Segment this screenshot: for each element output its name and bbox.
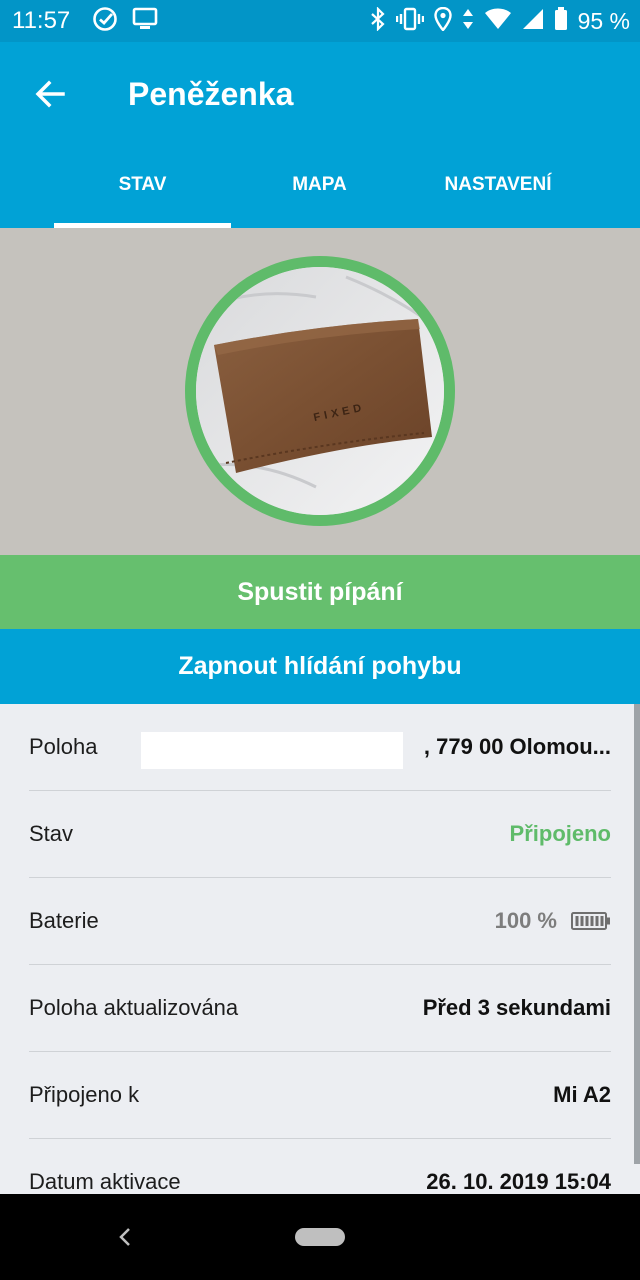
arrow-left-icon: [35, 80, 65, 108]
info-label: Baterie: [29, 908, 99, 933]
device-photo: FIXED: [185, 256, 455, 526]
info-label: Stav: [29, 821, 74, 846]
info-label: Datum aktivace: [29, 1169, 181, 1194]
start-beep-button[interactable]: Spustit pípání: [0, 555, 640, 629]
bluetooth-icon: [370, 5, 386, 36]
wallet-image: FIXED: [196, 267, 444, 515]
redacted-address: [141, 732, 403, 769]
info-row-status: Stav Připojeno: [29, 791, 611, 878]
data-arrows-icon: [462, 7, 474, 36]
battery-icon: [554, 6, 568, 36]
battery-full-icon: [571, 912, 610, 930]
status-bar: 11:57 95 %: [0, 0, 640, 42]
battery-percent-text: 100 %: [494, 908, 557, 933]
tab-nastaveni[interactable]: NASTAVENÍ: [408, 162, 588, 228]
wifi-icon: [484, 8, 512, 35]
status-notification-icons: [92, 6, 158, 37]
tab-mapa[interactable]: MAPA: [231, 162, 408, 228]
info-row-connected-to: Připojeno k Mi A2: [29, 1052, 611, 1139]
device-hero: FIXED: [0, 228, 640, 555]
system-nav-bar: [0, 1194, 640, 1280]
info-value-updated: Před 3 sekundami: [422, 995, 611, 1020]
motion-guard-button[interactable]: Zapnout hlídání pohybu: [0, 629, 640, 704]
info-row-battery: Baterie 100 %: [29, 878, 611, 965]
info-row-activation-date: Datum aktivace 26. 10. 2019 15:04: [29, 1139, 611, 1194]
info-value-connected-to: Mi A2: [553, 1082, 611, 1107]
page-title: Peněženka: [128, 76, 294, 112]
tab-stav[interactable]: STAV: [54, 162, 231, 228]
status-system-icons: 95 %: [370, 5, 630, 36]
app-bar: Peněženka STAV MAPA NASTAVENÍ: [0, 42, 640, 228]
info-value-status: Připojeno: [509, 821, 611, 846]
tab-bar: STAV MAPA NASTAVENÍ: [0, 162, 640, 228]
info-label: Poloha: [29, 734, 98, 759]
scrollbar[interactable]: [634, 704, 640, 1164]
device-info-list: Poloha , 779 00 Olomou... Stav Připojeno…: [0, 704, 640, 1194]
back-button[interactable]: [28, 72, 72, 116]
signal-icon: [522, 8, 544, 35]
info-value-activation-date: 26. 10. 2019 15:04: [426, 1169, 611, 1194]
info-label: Poloha aktualizována: [29, 995, 239, 1020]
status-battery-percent: 95 %: [577, 8, 630, 34]
location-icon: [433, 6, 452, 36]
info-value-location: , 779 00 Olomou...: [423, 734, 611, 759]
screen-icon: [132, 7, 158, 36]
status-time: 11:57: [12, 7, 71, 34]
info-row-location: Poloha , 779 00 Olomou...: [29, 704, 611, 791]
chevron-left-icon: [119, 1228, 130, 1246]
info-value-battery: 100 %: [495, 878, 611, 964]
nav-back-button[interactable]: [110, 1222, 140, 1252]
nav-home-button[interactable]: [295, 1228, 345, 1246]
info-label: Připojeno k: [29, 1082, 140, 1107]
check-circle-icon: [92, 6, 118, 37]
info-row-updated: Poloha aktualizována Před 3 sekundami: [29, 965, 611, 1052]
vibrate-icon: [395, 7, 424, 36]
